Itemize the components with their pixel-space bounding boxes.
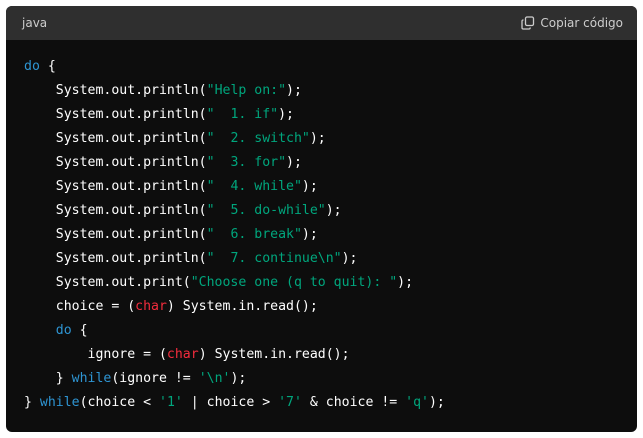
code-string: " 1. if" xyxy=(206,107,279,122)
code-text: ); xyxy=(309,131,326,146)
code-line: } while(choice < '1' | choice > '7' & ch… xyxy=(24,391,637,415)
code-string: " 4. while" xyxy=(206,179,302,194)
code-string: "Help on:" xyxy=(206,83,287,98)
copy-icon xyxy=(521,16,535,30)
code-text: System.out.println( xyxy=(24,179,207,194)
code-text: ); xyxy=(325,203,342,218)
code-string: " 2. switch" xyxy=(206,131,310,146)
code-text: ); xyxy=(278,107,294,122)
code-keyword: do xyxy=(24,59,40,74)
code-text: } xyxy=(24,371,72,386)
code-content: do { System.out.println("Help on:"); Sys… xyxy=(6,40,637,415)
code-text: ); xyxy=(230,371,247,386)
code-string: " 3. for" xyxy=(206,155,287,170)
code-line: System.out.println(" 1. if"); xyxy=(24,103,637,127)
copy-code-button[interactable]: Copiar código xyxy=(521,16,623,30)
code-type: char xyxy=(135,299,167,314)
code-string: '\n' xyxy=(198,371,231,386)
code-header: java Copiar código xyxy=(6,6,637,40)
code-text: ); xyxy=(301,179,318,194)
code-text: ignore = ( xyxy=(24,347,167,362)
code-text: & choice != xyxy=(301,395,406,410)
code-string: '1' xyxy=(159,395,183,410)
code-text: (choice < xyxy=(79,395,159,410)
code-text: ); xyxy=(428,395,445,410)
code-text: ); xyxy=(341,251,358,266)
code-text: choice = ( xyxy=(24,299,136,314)
code-line: ignore = (char) System.in.read(); xyxy=(24,343,637,367)
language-label: java xyxy=(22,16,48,30)
code-string: '7' xyxy=(278,395,302,410)
code-block: java Copiar código do { System.out.print… xyxy=(6,6,637,432)
code-text: } xyxy=(24,395,40,410)
copy-code-label: Copiar código xyxy=(540,16,623,30)
code-text: ); xyxy=(397,275,414,290)
code-text: System.out.println( xyxy=(24,83,207,98)
code-line: System.out.println(" 4. while"); xyxy=(24,175,637,199)
code-text: { xyxy=(39,59,56,74)
code-line: do { xyxy=(24,55,637,79)
code-text: { xyxy=(71,323,88,338)
code-keyword: while xyxy=(71,371,112,386)
code-text: ) System.in.read(); xyxy=(166,299,318,314)
code-text: (ignore != xyxy=(111,371,199,386)
code-text: ); xyxy=(286,155,302,170)
code-string: " 5. do-while" xyxy=(206,203,326,218)
code-line: System.out.println(" 2. switch"); xyxy=(24,127,637,151)
code-line: choice = (char) System.in.read(); xyxy=(24,295,637,319)
code-type: char xyxy=(166,347,199,362)
code-text: System.out.println( xyxy=(24,227,207,242)
code-line: System.out.println(" 6. break"); xyxy=(24,223,637,247)
code-line: } while(ignore != '\n'); xyxy=(24,367,637,391)
code-line: System.out.println(" 7. continue\n"); xyxy=(24,247,637,271)
code-line: System.out.println(" 3. for"); xyxy=(24,151,637,175)
code-string: " 7. continue\n" xyxy=(206,251,342,266)
code-line: System.out.println(" 5. do-while"); xyxy=(24,199,637,223)
code-text: System.out.println( xyxy=(24,251,207,266)
code-string: 'q' xyxy=(405,395,429,410)
code-string: "Choose one (q to quit): " xyxy=(190,275,398,290)
code-text: | choice > xyxy=(182,395,279,410)
code-keyword: do xyxy=(55,323,72,338)
code-text: ); xyxy=(286,83,302,98)
code-text: System.out.println( xyxy=(24,131,207,146)
code-text: System.out.print( xyxy=(24,275,191,290)
code-line: do { xyxy=(24,319,637,343)
code-text: System.out.println( xyxy=(24,155,207,170)
code-text: System.out.println( xyxy=(24,203,207,218)
code-text: ) System.in.read(); xyxy=(198,347,350,362)
code-line: System.out.print("Choose one (q to quit)… xyxy=(24,271,637,295)
code-text: ); xyxy=(301,227,318,242)
code-string: " 6. break" xyxy=(206,227,302,242)
code-line: System.out.println("Help on:"); xyxy=(24,79,637,103)
code-text: System.out.println( xyxy=(24,107,207,122)
code-keyword: while xyxy=(39,395,80,410)
